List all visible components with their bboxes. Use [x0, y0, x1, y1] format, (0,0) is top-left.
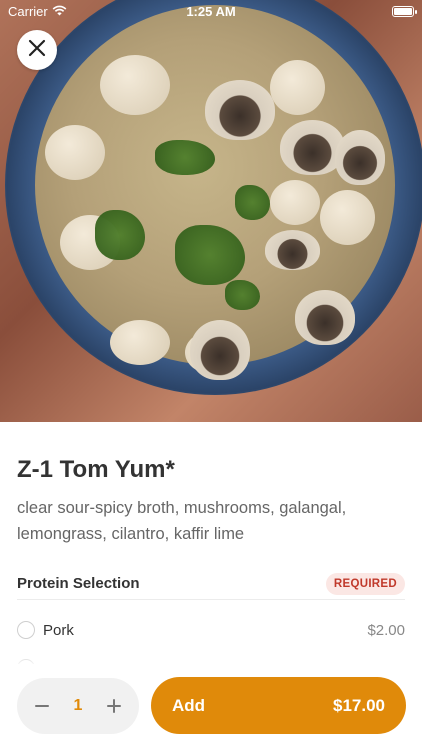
plus-icon [107, 699, 121, 713]
option-row-pork[interactable]: Pork $2.00 [17, 612, 405, 648]
cilantro [225, 280, 260, 310]
soup-chunk [320, 190, 375, 245]
item-title: Z-1 Tom Yum* [17, 456, 175, 483]
radio-button[interactable] [17, 621, 35, 639]
increment-button[interactable] [105, 697, 123, 715]
section-title: Protein Selection [17, 575, 140, 592]
carrier-label: Carrier [8, 3, 48, 19]
add-to-cart-button[interactable]: Add $17.00 [151, 677, 406, 734]
required-badge: REQUIRED [325, 572, 405, 595]
quantity-value: 1 [73, 697, 83, 714]
cilantro [155, 140, 215, 175]
bottom-action-bar: 1 Add $17.00 [0, 664, 422, 750]
wifi-icon [52, 4, 67, 19]
minus-icon [35, 705, 49, 707]
soup-chunk [110, 320, 170, 365]
cilantro [95, 210, 145, 260]
mushroom [265, 230, 320, 270]
cilantro [235, 185, 270, 220]
mushroom [190, 320, 250, 380]
mushroom [295, 290, 355, 345]
quantity-stepper: 1 [17, 678, 139, 734]
status-bar: Carrier 1:25 AM [0, 0, 422, 22]
soup-chunk [45, 125, 105, 180]
item-photo [0, 0, 422, 422]
option-label: Pork [43, 621, 74, 639]
option-left: Pork [17, 621, 74, 639]
close-button[interactable] [17, 30, 57, 70]
close-icon [28, 39, 46, 62]
mushroom [335, 130, 385, 185]
soup-chunk [100, 55, 170, 115]
status-left: Carrier [8, 4, 67, 19]
add-price: $17.00 [333, 695, 385, 715]
battery-icon [392, 5, 417, 17]
soup-chunk [270, 60, 325, 115]
add-label: Add [172, 695, 206, 715]
decrement-button[interactable] [33, 697, 51, 715]
item-description: clear sour-spicy broth, mushrooms, galan… [17, 499, 347, 543]
soup-chunk [270, 180, 320, 225]
protein-section-header: Protein Selection REQUIRED [17, 568, 405, 600]
mushroom [205, 80, 275, 140]
option-price: $2.00 [367, 621, 405, 639]
